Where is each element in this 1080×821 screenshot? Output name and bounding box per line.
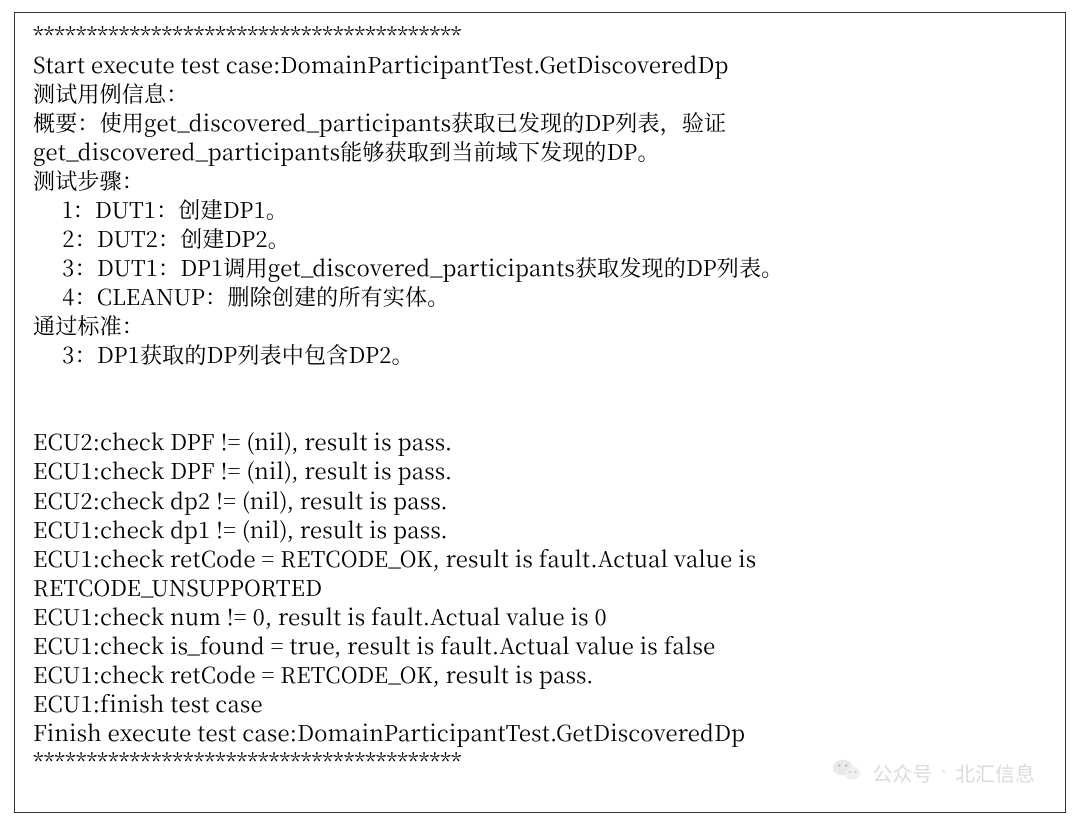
page: ****************************************… — [0, 0, 1080, 821]
watermark: 公众号 · 北汇信息 — [830, 752, 1035, 792]
check-7: ECU1:check is_found = true, result is fa… — [33, 630, 715, 661]
check-2: ECU1:check DPF != (nil), result is pass. — [33, 455, 452, 486]
log-frame: ****************************************… — [14, 12, 1066, 813]
summary-line-2: get_discovered_participants能够获取到当前域下发现的D… — [33, 136, 660, 167]
start-line: Start execute test case:DomainParticipan… — [33, 49, 729, 80]
check-1: ECU2:check DPF != (nil), result is pass. — [33, 426, 452, 457]
step-1: 1：DUT1：创建DP1。 — [33, 194, 288, 225]
steps-header: 测试步骤： — [33, 165, 144, 196]
step-4: 4：CLEANUP：删除创建的所有实体。 — [33, 281, 449, 312]
separator-bottom: **************************************** — [33, 746, 462, 777]
summary-line-1: 概要：使用get_discovered_participants获取已发现的DP… — [33, 107, 726, 138]
finish-1: ECU1:finish test case — [33, 688, 263, 719]
watermark-label: 公众号 — [872, 758, 932, 787]
info-header: 测试用例信息： — [33, 78, 188, 109]
watermark-source: 北汇信息 — [955, 758, 1035, 787]
step-3: 3：DUT1：DP1调用get_discovered_participants获… — [33, 252, 783, 283]
pass-header: 通过标准： — [33, 310, 144, 341]
separator-top: **************************************** — [33, 20, 462, 51]
check-8: ECU1:check retCode = RETCODE_OK, result … — [33, 659, 594, 690]
wechat-icon — [830, 752, 864, 792]
check-3: ECU2:check dp2 != (nil), result is pass. — [33, 485, 448, 516]
check-5a: ECU1:check retCode = RETCODE_OK, result … — [33, 543, 756, 574]
check-4: ECU1:check dp1 != (nil), result is pass. — [33, 514, 448, 545]
step-2: 2：DUT2：创建DP2。 — [33, 223, 290, 254]
pass-criteria: 3：DP1获取的DP列表中包含DP2。 — [33, 339, 414, 370]
finish-2: Finish execute test case:DomainParticipa… — [33, 717, 745, 748]
test-log: ****************************************… — [33, 21, 1047, 776]
check-5b: RETCODE_UNSUPPORTED — [33, 572, 322, 603]
check-6: ECU1:check num != 0, result is fault.Act… — [33, 601, 607, 632]
watermark-separator: · — [940, 761, 947, 784]
